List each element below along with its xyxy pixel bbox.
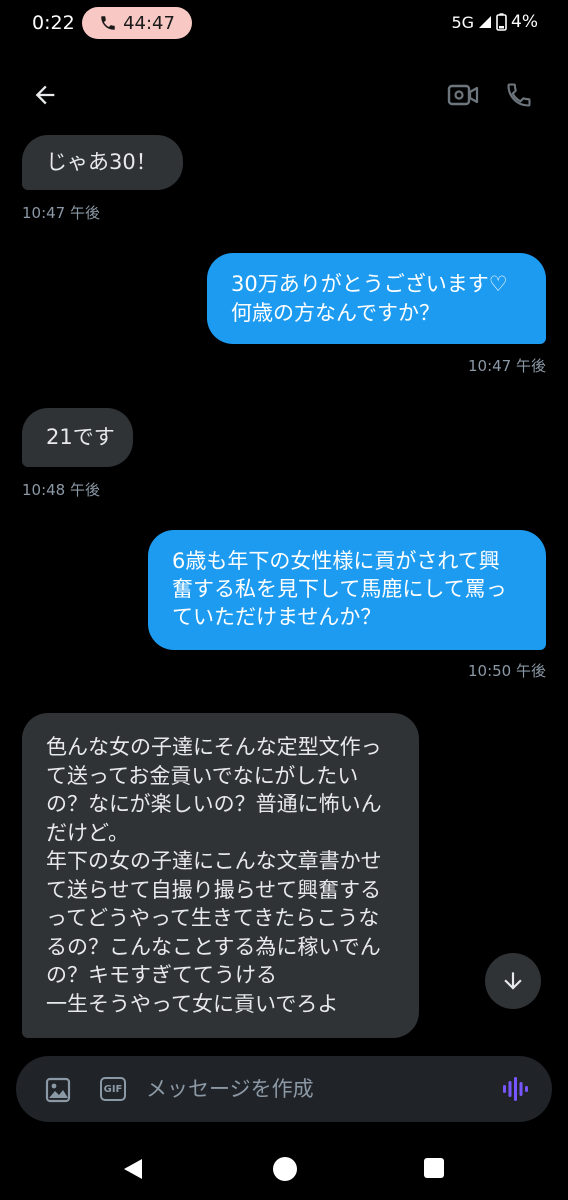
arrow-left-icon <box>35 85 55 105</box>
message-text: 6歳も年下の女性様に貢がされて興 奮する私を見下して馬鹿にして罵っ ていただけま… <box>172 549 507 629</box>
nav-recents-button[interactable] <box>424 1158 444 1178</box>
voice-call-button[interactable] <box>502 78 536 112</box>
message-composer: GIF <box>16 1056 552 1122</box>
message-bubble-outgoing[interactable]: 30万ありがとうございます♡ 何歳の方なんですか？ <box>207 253 546 344</box>
status-bar: 0:22 44:47 5G 4% <box>0 0 568 48</box>
video-call-button[interactable] <box>446 78 480 112</box>
message-bubble-incoming[interactable]: 色んな女の子達にそんな定型文作っ て送ってお金貢いでなにがしたい の？なにが楽し… <box>22 713 419 1038</box>
nav-back-icon[interactable] <box>120 1156 146 1182</box>
message-bubble-incoming[interactable]: じゃあ30！ <box>22 135 183 190</box>
message-bubble-incoming[interactable]: 21です <box>22 408 133 467</box>
message-text: じゃあ30！ <box>46 150 157 174</box>
status-indicators: 5G 4% <box>451 12 538 32</box>
attach-image-button[interactable] <box>44 1076 72 1104</box>
gif-button[interactable]: GIF <box>100 1077 126 1101</box>
conversation-header <box>0 60 568 132</box>
nav-home-button[interactable] <box>273 1157 297 1181</box>
back-button[interactable] <box>28 78 62 112</box>
gif-label: GIF <box>103 1083 123 1095</box>
voice-wave-icon <box>503 1077 528 1101</box>
message-text: 30万ありがとうございます♡ 何歳の方なんですか？ <box>231 272 508 325</box>
phone-icon <box>507 83 531 107</box>
signal-icon <box>479 16 492 28</box>
ongoing-call-pill[interactable]: 44:47 <box>82 7 192 39</box>
message-timestamp: 10:50 午後 <box>468 662 546 680</box>
message-bubble-outgoing[interactable]: 6歳も年下の女性様に貢がされて興 奮する私を見下して馬鹿にして罵っ ていただけま… <box>148 530 546 650</box>
battery-percent: 4% <box>511 12 538 32</box>
call-timer: 44:47 <box>123 12 175 34</box>
battery-icon <box>496 13 507 31</box>
image-icon <box>45 1077 71 1103</box>
message-text: 21です <box>46 425 115 449</box>
video-call-icon <box>447 84 479 106</box>
message-timestamp: 10:47 午後 <box>468 357 546 375</box>
voice-message-button[interactable] <box>500 1074 530 1104</box>
message-text: 色んな女の子達にそんな定型文作っ て送ってお金貢いでなにがしたい の？なにが楽し… <box>46 735 382 1016</box>
scroll-to-bottom-button[interactable] <box>485 953 541 1009</box>
arrow-down-icon <box>504 972 522 990</box>
network-type: 5G <box>451 12 475 32</box>
message-timestamp: 10:47 午後 <box>22 204 100 222</box>
system-navigation-bar <box>0 1140 568 1200</box>
phone-icon <box>101 16 115 30</box>
message-input[interactable] <box>146 1073 476 1105</box>
status-time: 0:22 <box>32 12 75 34</box>
message-timestamp: 10:48 午後 <box>22 481 100 499</box>
